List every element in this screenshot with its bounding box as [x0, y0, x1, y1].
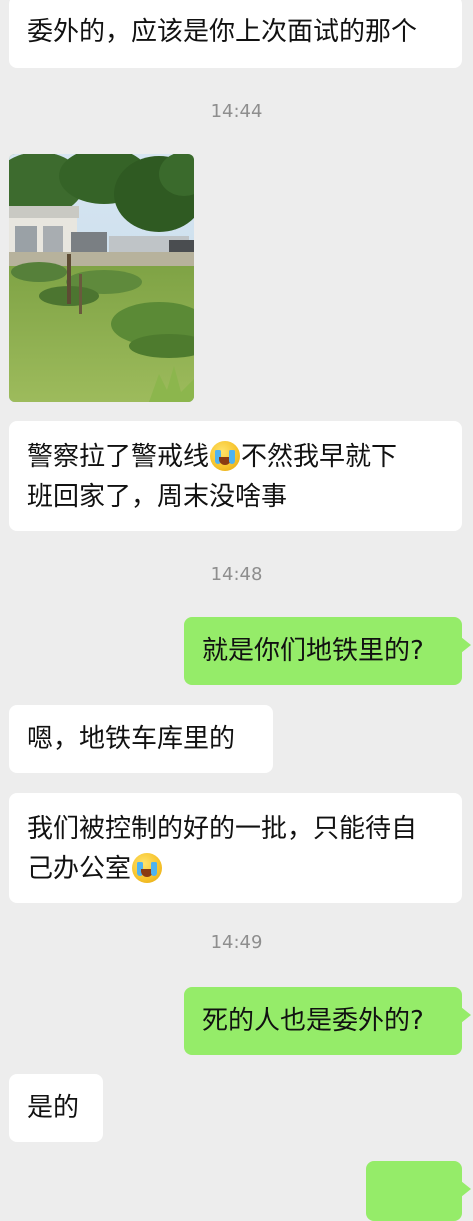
- message-text: 死的人也是委外的?: [202, 1006, 424, 1036]
- message-timestamp: 14:44: [210, 101, 263, 122]
- crying-laughing-emoji: [132, 853, 163, 883]
- outgoing-message-bubble[interactable]: 就是你们地铁里的?: [184, 617, 471, 685]
- message-text: 己办公室: [27, 854, 132, 884]
- message-text: 是的: [27, 1093, 80, 1123]
- message-text: 警察拉了警戒线: [27, 442, 210, 472]
- crying-laughing-emoji: [210, 441, 241, 471]
- incoming-message-bubble[interactable]: 委外的，应该是你上次面试的那个: [9, 0, 462, 68]
- outgoing-message-bubble[interactable]: 死的人也是委外的?: [184, 987, 471, 1055]
- message-timestamp: 14:48: [210, 564, 263, 585]
- incoming-message-bubble[interactable]: 我们被控制的好的一批，只能待自 己办公室: [9, 793, 462, 903]
- incoming-message-bubble[interactable]: 是的: [9, 1074, 103, 1142]
- message-timestamp: 14:49: [210, 932, 263, 953]
- message-text: 不然我早就下: [241, 442, 398, 472]
- outgoing-message-bubble[interactable]: [366, 1161, 471, 1221]
- message-text: 我们被控制的好的一批，只能待自: [27, 814, 418, 844]
- chat-conversation[interactable]: 委外的，应该是你上次面试的那个 14:44 警察拉了警戒线 不然我早就下 班回家…: [0, 0, 473, 1221]
- message-text: 就是你们地铁里的?: [202, 636, 424, 666]
- photo-image: [9, 154, 194, 402]
- shared-photo[interactable]: [9, 154, 194, 402]
- incoming-message-bubble[interactable]: 警察拉了警戒线 不然我早就下 班回家了，周末没啥事: [9, 421, 462, 531]
- message-text: 嗯，地铁车库里的: [27, 724, 236, 754]
- message-text: 班回家了，周末没啥事: [27, 482, 288, 512]
- incoming-message-bubble[interactable]: 嗯，地铁车库里的: [9, 705, 273, 773]
- message-text: 委外的，应该是你上次面试的那个: [27, 17, 418, 47]
